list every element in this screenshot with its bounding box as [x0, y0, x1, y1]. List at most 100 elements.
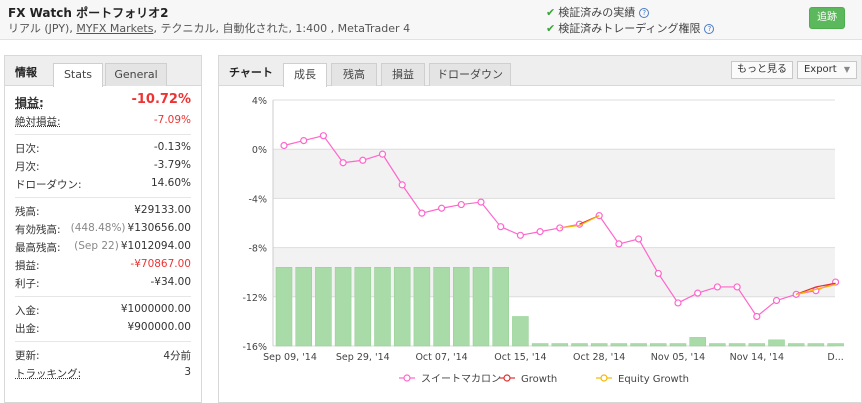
data-point — [635, 235, 643, 243]
divider — [15, 341, 191, 342]
legend-label: スイートマカロン — [421, 373, 501, 385]
stat-label[interactable]: トラッキング: — [15, 366, 81, 381]
help-icon[interactable]: ? — [704, 24, 715, 34]
data-point — [753, 312, 761, 321]
stat-withdrawals: 出金: ¥900000.00 — [15, 319, 191, 337]
tab-balance[interactable]: 残高 — [331, 63, 377, 86]
volume-bar — [689, 337, 706, 347]
data-point — [300, 136, 308, 145]
divider — [15, 197, 191, 198]
growth-chart: 4% 0% -4% -8% -12% -16% Sep 09, '14 Sep 29, '14… — [219, 86, 861, 402]
subtitle-suffix: , テクニカル, 自動化された, 1:400 , MetaTrader 4 — [153, 22, 411, 35]
stat-value: ¥1000000.00 — [120, 303, 191, 315]
x-tick-label: Sep 29, '14 — [336, 352, 390, 363]
stat-sub: (448.48%) — [70, 222, 126, 234]
subtitle-prefix: リアル (JPY), — [8, 22, 77, 35]
stat-value: ¥29133.00 — [134, 204, 191, 216]
info-tabs: 情報 Stats General — [5, 56, 201, 87]
verified-trading-privileges: ✔ 検証済みトレーディング権限? — [546, 20, 715, 36]
volume-bar — [354, 267, 372, 347]
data-point — [772, 296, 781, 305]
stat-label: 最高残高: — [15, 242, 61, 254]
stat-daily: 日次: -0.13% — [15, 139, 191, 157]
volume-bar — [748, 343, 766, 347]
system-subtitle: リアル (JPY), MYFX Markets, テクニカル, 自動化された, … — [8, 20, 410, 36]
volume-bar — [827, 343, 844, 347]
stat-value: -10.72% — [131, 92, 191, 107]
volume-bar — [453, 267, 470, 347]
data-point — [438, 204, 446, 212]
stat-value: -3.79% — [153, 159, 191, 171]
stat-label: 更新: — [15, 350, 40, 362]
stat-label: 損益: — [15, 260, 40, 272]
volume-bar — [630, 343, 647, 347]
stat-label: 日次: — [15, 143, 40, 155]
x-tick-label: Oct 15, '14 — [494, 352, 546, 363]
tab-drawdown[interactable]: ドローダウン — [429, 63, 511, 86]
track-button[interactable]: 追跡 — [809, 7, 845, 29]
stat-label: 有効残高: — [15, 224, 61, 236]
tab-general[interactable]: General — [105, 63, 167, 86]
stat-label: 損益: — [15, 96, 44, 110]
verified-trading-privileges-label: 検証済みトレーディング権限 — [558, 22, 701, 35]
data-point — [398, 181, 406, 189]
x-tick-label: Nov 05, '14 — [651, 352, 705, 363]
volume-bar — [807, 343, 825, 347]
stat-value: ¥900000.00 — [127, 321, 191, 333]
x-tick-label: D... — [827, 352, 843, 363]
divider — [15, 134, 191, 135]
volume-bar — [295, 267, 312, 347]
stat-amount: ¥1012094.00 — [120, 240, 191, 252]
volume-bar — [787, 343, 805, 347]
info-panel: 情報 Stats General 損益: -10.72% 絶対損益: -7.09… — [4, 55, 202, 403]
x-tick-label: Oct 07, '14 — [415, 352, 467, 363]
stat-monthly: 月次: -3.79% — [15, 157, 191, 175]
x-tick-label: Sep 09, '14 — [263, 352, 317, 363]
y-tick-label: 4% — [252, 96, 267, 107]
chevron-down-icon: ▼ — [843, 65, 851, 74]
stat-value: 14.60% — [150, 177, 191, 189]
stat-updated: 更新: 4分前 — [15, 346, 191, 364]
volume-bar — [709, 343, 726, 347]
data-point — [516, 231, 524, 239]
tab-stats[interactable]: Stats — [53, 63, 103, 87]
data-point — [674, 299, 682, 307]
volume-bar — [334, 267, 352, 347]
volume-bar — [413, 267, 431, 347]
volume-bar — [571, 343, 588, 347]
stat-value: -7.09% — [153, 114, 191, 126]
volume-bar — [433, 267, 450, 347]
data-point — [615, 240, 623, 248]
tab-growth[interactable]: 成長 — [283, 63, 327, 87]
data-point — [536, 228, 544, 236]
volume-bar — [728, 343, 746, 347]
divider — [15, 296, 191, 297]
volume-bar — [531, 343, 549, 347]
system-header: FX Watch ポートフォリオ2 リアル (JPY), MYFX Market… — [0, 0, 862, 40]
data-point — [280, 141, 288, 150]
volume-bar — [610, 343, 628, 347]
check-icon: ✔ — [546, 22, 556, 35]
legend-marker — [503, 374, 511, 382]
stat-highest: 最高残高: (Sep 22) ¥1012094.00 — [15, 238, 191, 256]
stat-balance: 残高: ¥29133.00 — [15, 202, 191, 220]
volume-bar — [551, 343, 569, 347]
volume-bar — [472, 267, 490, 347]
chart-panel: チャート 成長 残高 損益 ドローダウン もっと見る Export ▼ 4% 0%… — [218, 55, 862, 403]
stat-value: 4分前 — [163, 350, 191, 362]
volume-bar — [315, 267, 332, 347]
more-button[interactable]: もっと見る — [731, 61, 793, 79]
x-tick-label: Oct 28, '14 — [573, 352, 625, 363]
help-icon[interactable]: ? — [639, 8, 650, 18]
stats-list: 損益: -10.72% 絶対損益: -7.09% 日次: -0.13% 月次: … — [5, 86, 201, 382]
stat-label: 月次: — [15, 161, 40, 173]
system-title: FX Watch ポートフォリオ2 — [8, 6, 169, 20]
tab-profit[interactable]: 損益 — [381, 63, 425, 86]
stat-label: 入金: — [15, 305, 40, 317]
broker-link[interactable]: MYFX Markets — [76, 22, 153, 35]
export-button[interactable]: Export ▼ — [797, 61, 857, 79]
volume-bar — [590, 343, 608, 347]
legend-label: Growth — [521, 374, 557, 385]
volume-bar — [768, 339, 785, 347]
stat-value: (Sep 22) ¥1012094.00 — [74, 240, 191, 252]
